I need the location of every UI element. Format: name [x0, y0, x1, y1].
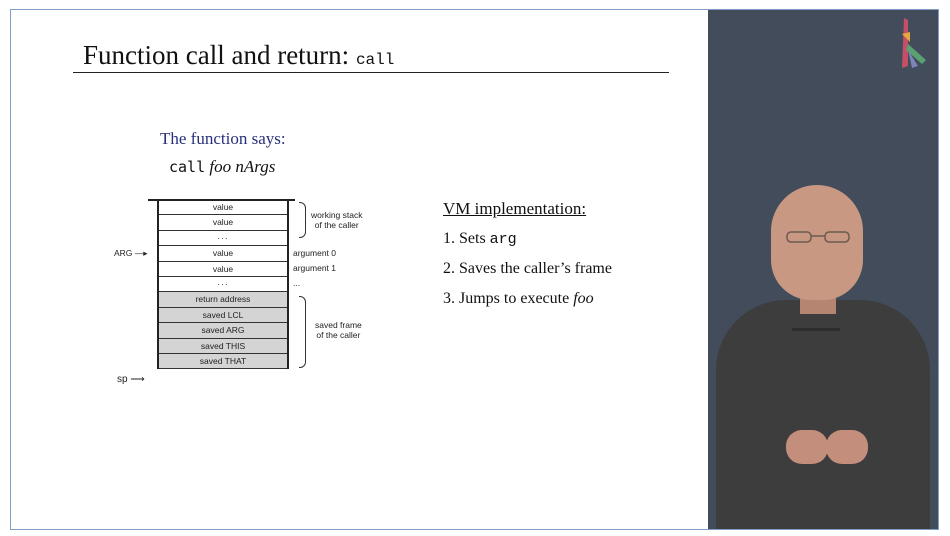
sp-label: sp — [117, 374, 128, 385]
title-divider — [73, 72, 669, 73]
working-stack-brace — [299, 202, 306, 238]
presenter-shirt — [716, 300, 930, 529]
stack-cell-saved: saved THIS — [159, 338, 287, 354]
presenter-collar — [792, 298, 840, 331]
argument1-label: argument 1 — [293, 263, 336, 273]
stack-cell: ··· — [159, 231, 287, 247]
presenter-hand-right — [826, 430, 868, 464]
presenter-video — [708, 10, 938, 529]
glasses-icon — [786, 231, 850, 243]
saved-frame-label: saved frame of the caller — [315, 320, 362, 340]
stack-cell: ··· — [159, 277, 287, 293]
vm-steps-list: 1. Sets arg 2. Saves the caller’s frame … — [443, 230, 612, 320]
slide-title: Function call and return: call — [83, 40, 394, 71]
arg-label: ARG — [114, 248, 133, 258]
vm-step-1-text: 1. Sets — [443, 230, 490, 247]
stack-cell-saved: saved LCL — [159, 307, 287, 324]
stack-cell-saved: return address — [159, 292, 287, 308]
saved-frame-label-line2: of the caller — [316, 330, 361, 340]
slide: Function call and return: call The funct… — [11, 10, 708, 529]
stack-cell: value — [159, 200, 287, 216]
stack-cell-saved: saved THAT — [159, 353, 287, 370]
call-statement: call foo nArgs — [169, 157, 275, 177]
stack-diagram: value value ··· value value ··· return a… — [157, 200, 289, 370]
working-stack-label-line2: of the caller — [314, 220, 359, 230]
argument0-label: argument 0 — [293, 248, 336, 258]
saved-frame-brace — [299, 296, 306, 368]
argument-dots: ... — [293, 278, 301, 288]
vm-implementation-heading: VM implementation: — [443, 199, 587, 218]
saved-frame-label-line1: saved frame — [315, 320, 362, 330]
stack-cell-saved: saved ARG — [159, 323, 287, 339]
vm-step-1-code: arg — [489, 231, 517, 248]
arrow-right-icon: —▸ — [134, 248, 148, 258]
arrow-right-icon: ⟶ — [130, 374, 145, 385]
vm-step-2: 2. Saves the caller’s frame — [443, 260, 612, 277]
working-stack-label: working stack of the caller — [311, 210, 363, 230]
call-keyword: call — [169, 158, 206, 176]
slide-title-code: call — [355, 51, 395, 69]
vm-step-3-italic: foo — [573, 290, 594, 307]
logo-icon — [896, 14, 932, 77]
call-arguments: foo nArgs — [209, 157, 276, 176]
stack-cell: value — [159, 246, 287, 262]
slide-title-text: Function call and return: — [83, 40, 356, 70]
presenter-hand-left — [786, 430, 828, 464]
vm-step-1: 1. Sets arg — [443, 230, 612, 260]
video-frame: Function call and return: call The funct… — [10, 9, 939, 530]
arg-pointer: ARG —▸ — [114, 248, 148, 259]
stack-cell: value — [159, 262, 287, 277]
working-stack-label-line1: working stack — [311, 210, 363, 220]
vm-step-3-text: 3. Jumps to execute — [443, 290, 574, 307]
function-says-heading: The function says: — [160, 129, 286, 148]
sp-pointer: sp ⟶ — [117, 374, 145, 385]
stack-cell: value — [159, 215, 287, 231]
vm-step-3: 3. Jumps to execute foo — [443, 290, 612, 320]
